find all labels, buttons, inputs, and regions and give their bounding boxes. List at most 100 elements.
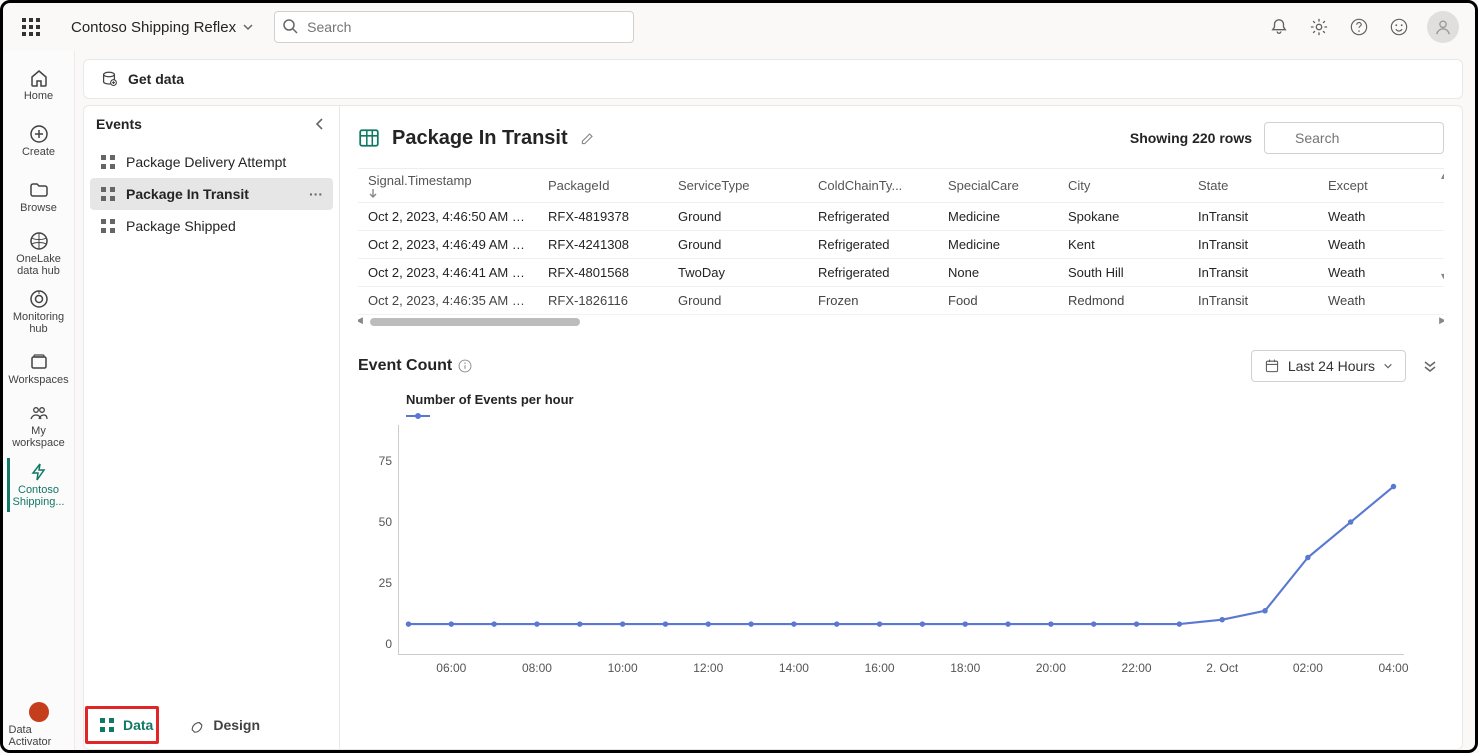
person-icon: [1434, 18, 1452, 36]
nav-label: My workspace: [9, 425, 69, 449]
x-axis-tick: 12:00: [693, 661, 723, 675]
column-header[interactable]: State: [1188, 178, 1318, 193]
table-cell: RFX-1826116: [538, 293, 668, 308]
table-cell: Ground: [668, 237, 808, 252]
double-chevron-down-icon: [1423, 359, 1437, 373]
chart-title: Event Count: [358, 357, 452, 375]
column-header[interactable]: ColdChainTy...: [808, 178, 938, 193]
global-search: [274, 11, 634, 43]
chart-legend-marker: [406, 411, 1444, 421]
gear-icon: [1310, 18, 1328, 36]
table-cell: Frozen: [808, 293, 938, 308]
nav-label: Browse: [20, 202, 57, 214]
detail-title-text: Package In Transit: [392, 127, 568, 150]
table-cell: Weath: [1318, 209, 1388, 224]
nav-create[interactable]: Create: [9, 115, 69, 167]
global-search-input[interactable]: [274, 11, 634, 43]
column-header[interactable]: City: [1058, 178, 1188, 193]
column-header[interactable]: SpecialCare: [938, 178, 1058, 193]
workspace-switcher[interactable]: Contoso Shipping Reflex: [63, 15, 262, 40]
smiley-icon: [1390, 18, 1408, 36]
table-icon: [100, 154, 116, 170]
top-bar: Contoso Shipping Reflex: [3, 3, 1475, 51]
notifications-button[interactable]: [1267, 15, 1291, 39]
action-bar: Get data: [83, 59, 1463, 99]
table-row[interactable]: Oct 2, 2023, 4:46:41 AM UTCRFX-4801568Tw…: [358, 259, 1444, 287]
tab-data[interactable]: Data: [85, 708, 167, 742]
table-row[interactable]: Oct 2, 2023, 4:46:50 AM UTCRFX-4819378Gr…: [358, 203, 1444, 231]
table-cell: Weath: [1318, 237, 1388, 252]
nav-home[interactable]: Home: [9, 59, 69, 111]
nav-workspaces[interactable]: Workspaces: [9, 343, 69, 395]
browse-icon: [29, 180, 49, 200]
column-header[interactable]: Except: [1318, 178, 1388, 193]
grid-icon: [99, 717, 115, 733]
tab-design[interactable]: Design: [175, 708, 274, 742]
more-button[interactable]: ···: [309, 186, 323, 202]
table-cell: RFX-4241308: [538, 237, 668, 252]
table-icon: [358, 127, 380, 149]
detail-panel: Package In Transit Showing 220 rows: [339, 105, 1463, 750]
nav-my-workspace[interactable]: My workspace: [9, 399, 69, 453]
calendar-icon: [1264, 358, 1280, 374]
settings-button[interactable]: [1307, 15, 1331, 39]
nav-monitoring[interactable]: Monitoring hub: [9, 285, 69, 339]
x-axis-tick: 2. Oct: [1206, 661, 1238, 675]
table-cell: Spokane: [1058, 209, 1188, 224]
table-cell: Medicine: [938, 209, 1058, 224]
workspace-title-text: Contoso Shipping Reflex: [71, 19, 236, 36]
data-activator-icon: [29, 702, 49, 722]
create-icon: [29, 124, 49, 144]
design-icon: [189, 717, 205, 733]
table-row[interactable]: Oct 2, 2023, 4:46:49 AM UTCRFX-4241308Gr…: [358, 231, 1444, 259]
bolt-icon: [29, 462, 49, 482]
nav-onelake[interactable]: OneLake data hub: [9, 227, 69, 281]
column-header[interactable]: PackageId: [538, 178, 668, 193]
waffle-icon: [22, 18, 40, 36]
y-axis-tick: 75: [379, 454, 392, 468]
app-launcher[interactable]: [11, 7, 51, 47]
x-axis-tick: 18:00: [950, 661, 980, 675]
feedback-button[interactable]: [1387, 15, 1411, 39]
events-title: Events: [96, 116, 142, 132]
event-item[interactable]: Package Delivery Attempt: [90, 146, 333, 178]
column-header[interactable]: Signal.Timestamp: [358, 173, 538, 198]
event-item-label: Package Delivery Attempt: [126, 154, 286, 170]
column-header[interactable]: ServiceType: [668, 178, 808, 193]
table-row[interactable]: Oct 2, 2023, 4:46:35 AM UTCRFX-1826116Gr…: [358, 287, 1444, 315]
event-item[interactable]: Package Shipped: [90, 210, 333, 242]
nav-label: Contoso Shipping...: [10, 484, 67, 508]
table-cell: Medicine: [938, 237, 1058, 252]
chart-info-button[interactable]: [458, 359, 472, 373]
vertical-scrollbar[interactable]: ▲▼: [1439, 171, 1444, 281]
expand-chart-button[interactable]: [1416, 352, 1444, 380]
y-axis-tick: 50: [379, 515, 392, 529]
table-cell: Kent: [1058, 237, 1188, 252]
event-item[interactable]: Package In Transit···: [90, 178, 333, 210]
collapse-events-button[interactable]: [313, 117, 327, 131]
y-axis-tick: 25: [379, 576, 392, 590]
topbar-actions: [1267, 11, 1467, 43]
help-button[interactable]: [1347, 15, 1371, 39]
nav-data-activator[interactable]: Data Activator: [9, 700, 69, 750]
table-cell: Weath: [1318, 265, 1388, 280]
x-axis-tick: 02:00: [1293, 661, 1323, 675]
x-axis-tick: 04:00: [1379, 661, 1409, 675]
table-cell: InTransit: [1188, 265, 1318, 280]
search-icon: [282, 18, 298, 34]
table-cell: Refrigerated: [808, 209, 938, 224]
chevron-down-icon: [1383, 361, 1393, 371]
get-data-button[interactable]: Get data: [128, 71, 184, 87]
nav-rail: Home Create Browse OneLake data hub Moni…: [3, 51, 75, 750]
table-cell: Weath: [1318, 293, 1388, 308]
detail-search-input[interactable]: [1264, 122, 1444, 154]
time-range-selector[interactable]: Last 24 Hours: [1251, 350, 1406, 382]
home-icon: [29, 68, 49, 88]
horizontal-scrollbar[interactable]: [358, 318, 1444, 328]
nav-contoso-shipping[interactable]: Contoso Shipping...: [7, 458, 67, 512]
account-button[interactable]: [1427, 11, 1459, 43]
nav-browse[interactable]: Browse: [9, 171, 69, 223]
rename-button[interactable]: [580, 130, 596, 146]
table-cell: Refrigerated: [808, 237, 938, 252]
data-table: ▲▼ Signal.TimestampPackageIdServiceTypeC…: [358, 168, 1444, 328]
